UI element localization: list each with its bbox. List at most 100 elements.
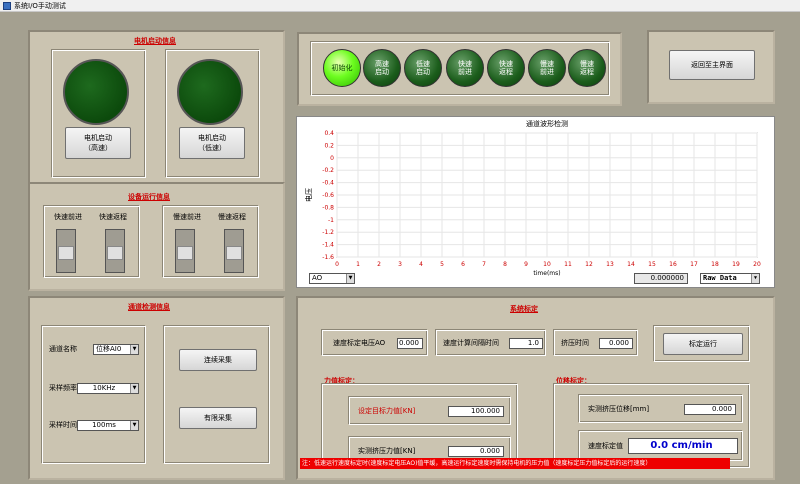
actual-disp-box: 实测挤压位移[mm] 0.000 [579, 395, 743, 423]
graph-channel-select[interactable]: AO ▼ [309, 273, 355, 284]
y-tick-label: -0.4 [322, 180, 334, 187]
low-start-led: 低速 启动 [404, 49, 442, 87]
equip-fast-group: 快速前进 快速返程 [44, 206, 140, 278]
actual-force-label: 实测挤压力值[KN] [358, 447, 416, 455]
x-tick-label: 19 [732, 261, 740, 268]
sample-rate-value: 10KHz [92, 384, 116, 392]
sample-rate-select[interactable]: 10KHz ▼ [77, 383, 139, 394]
x-tick-label: 5 [440, 261, 444, 268]
interval-field[interactable]: 1.0 [509, 338, 543, 349]
switch-label-fast-return: 快速返程 [99, 213, 127, 221]
channel-panel: 通道检测信息 通道名称 位移AI0 ▼ 采样频率 10KHz ▼ 采样时间 100m… [28, 296, 285, 480]
y-axis-label: 电压 [304, 188, 313, 202]
waveform-chart-svg: 0 1 2 3 4 5 6 7 8 9 10 11 12 13 14 15 16 17 18 19 200.40.20-… [304, 119, 761, 277]
acquire-group: 连续采集 有限采集 [164, 326, 270, 464]
graph-mode-value: Raw Data [703, 274, 737, 282]
y-tick-label: 0.4 [324, 130, 334, 137]
calib-run-button[interactable]: 标定运行 [663, 333, 743, 355]
speed-voltage-field[interactable]: 0.000 [397, 338, 423, 349]
motor-panel-title: 电机启动信息 [134, 37, 176, 45]
x-tick-label: 11 [564, 261, 572, 268]
y-tick-label: -0.2 [322, 167, 334, 174]
motor-low-indicator-icon [177, 59, 243, 125]
status-led-group: 初始化 高速 启动 低速 启动 快速 前进 快速 返程 慢速 前进 慢速 返程 [311, 42, 610, 96]
slow-return-switch[interactable] [224, 229, 244, 273]
squeeze-time-label: 挤压时间 [561, 339, 589, 347]
x-axis-label: time(ms) [533, 270, 560, 277]
sample-rate-label: 采样频率 [49, 384, 77, 392]
y-tick-label: -1.4 [322, 242, 334, 249]
channel-name-label: 通道名称 [49, 345, 77, 353]
equip-panel: 设备运行信息 快速前进 快速返程 慢速前进 慢速返程 [28, 182, 285, 291]
chevron-down-icon: ▼ [130, 384, 138, 393]
y-tick-label: -0.8 [322, 204, 334, 211]
slow-forward-switch[interactable] [175, 229, 195, 273]
sample-time-value: 100ms [92, 421, 116, 429]
y-tick-label: -1.6 [322, 254, 334, 261]
x-tick-label: 4 [419, 261, 423, 268]
fast-forward-switch[interactable] [56, 229, 76, 273]
sample-time-select[interactable]: 100ms ▼ [77, 420, 139, 431]
x-tick-label: 8 [503, 261, 507, 268]
x-tick-label: 0 [335, 261, 339, 268]
motor-high-indicator-icon [63, 59, 129, 125]
channel-panel-title: 通道检测信息 [128, 303, 170, 311]
x-tick-label: 16 [669, 261, 677, 268]
x-tick-label: 15 [648, 261, 656, 268]
y-tick-label: 0 [330, 155, 334, 162]
graph-mode-select[interactable]: Raw Data ▼ [700, 273, 760, 284]
x-tick-label: 9 [524, 261, 528, 268]
fast-forward-led: 快速 前进 [446, 49, 484, 87]
graph-value-readout: 0.000000 [634, 273, 688, 284]
motor-low-group: 电机启动 （低速） [166, 50, 260, 178]
switch-label-fast-forward: 快速前进 [54, 213, 82, 221]
switch-label-slow-forward: 慢速前进 [173, 213, 201, 221]
return-main-button[interactable]: 返回至主界面 [669, 50, 755, 80]
title-bar: 系统I/O手动测试 [0, 0, 800, 12]
x-tick-label: 17 [690, 261, 698, 268]
chevron-down-icon: ▼ [346, 274, 354, 283]
actual-force-field: 0.000 [448, 446, 504, 457]
y-tick-label: -1 [328, 217, 334, 224]
x-tick-label: 2 [377, 261, 381, 268]
continuous-acquire-button[interactable]: 连续采集 [179, 349, 257, 371]
speed-voltage-label: 速度标定电压AO [333, 339, 386, 347]
fast-return-switch[interactable] [105, 229, 125, 273]
target-force-box: 设定目标力值[KN] 100.000 [349, 397, 511, 425]
force-calib-group: 设定目标力值[KN] 100.000 实测挤压力值[KN] 0.000 [322, 384, 518, 468]
status-led-panel: 初始化 高速 启动 低速 启动 快速 前进 快速 返程 慢速 前进 慢速 返程 [297, 32, 622, 106]
channel-name-value: 位移AI0 [96, 345, 122, 353]
finite-acquire-button[interactable]: 有限采集 [179, 407, 257, 429]
target-force-field[interactable]: 100.000 [448, 406, 504, 417]
chevron-down-icon: ▼ [751, 274, 759, 283]
y-tick-label: 0.2 [324, 142, 334, 149]
x-tick-label: 13 [606, 261, 614, 268]
app-client: 电机启动信息 电机启动 （高速） 电机启动 （低速） 初始化 高速 启动 低速 … [0, 12, 800, 484]
squeeze-time-field[interactable]: 0.000 [599, 338, 633, 349]
equip-panel-title: 设备运行信息 [128, 193, 170, 201]
window-title: 系统I/O手动测试 [14, 2, 66, 10]
x-tick-label: 3 [398, 261, 402, 268]
x-tick-label: 18 [711, 261, 719, 268]
interval-group: 速度计算间隔时间 1.0 [436, 330, 546, 356]
motor-low-button[interactable]: 电机启动 （低速） [179, 127, 245, 159]
x-tick-label: 20 [753, 261, 761, 268]
x-tick-label: 10 [543, 261, 551, 268]
equip-slow-group: 慢速前进 慢速返程 [163, 206, 259, 278]
app-icon [3, 2, 11, 10]
fast-return-led: 快速 返程 [487, 49, 525, 87]
x-tick-label: 1 [356, 261, 360, 268]
channel-name-select[interactable]: 位移AI0 ▼ [93, 344, 139, 355]
graph-channel-value: AO [312, 274, 323, 282]
slow-forward-led: 慢速 前进 [528, 49, 566, 87]
motor-high-button[interactable]: 电机启动 （高速） [65, 127, 131, 159]
x-tick-label: 7 [482, 261, 486, 268]
speed-calib-box: 速度标定值 0.0 cm/min [579, 431, 743, 461]
calibration-panel: 系统标定 速度标定电压AO 0.000 速度计算间隔时间 1.0 挤压时间 0.… [296, 296, 775, 480]
motor-panel: 电机启动信息 电机启动 （高速） 电机启动 （低速） [28, 30, 285, 186]
waveform-graph: 0 1 2 3 4 5 6 7 8 9 10 11 12 13 14 15 16 17 18 19 20 0.4 0.2 0-… [296, 116, 775, 288]
chevron-down-icon: ▼ [130, 421, 138, 430]
y-tick-label: -1.2 [322, 229, 334, 236]
sample-time-label: 采样时间 [49, 421, 77, 429]
high-start-led: 高速 启动 [363, 49, 401, 87]
